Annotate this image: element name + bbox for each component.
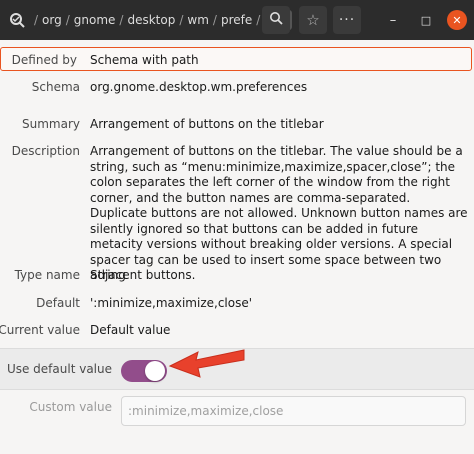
description-label: Description — [11, 144, 80, 158]
maximize-button[interactable]: □ — [416, 10, 436, 30]
breadcrumb-separator: / — [212, 13, 217, 27]
default-label: Default — [36, 296, 80, 310]
switch-knob — [145, 361, 165, 381]
default-row: Default ':minimize,maximize,close' — [0, 296, 474, 314]
breadcrumb-separator: / — [256, 13, 261, 27]
minimize-button[interactable]: – — [383, 10, 403, 30]
minimize-icon: – — [389, 12, 397, 28]
maximize-icon: □ — [420, 13, 432, 27]
close-button[interactable]: ✕ — [447, 10, 467, 30]
main-menu-button[interactable]: ··· — [333, 6, 361, 34]
use-default-label: Use default value — [6, 362, 112, 376]
title-bar: / org / gnome / desktop / wm / prefe / b… — [0, 0, 474, 40]
defined-by-label: Defined by — [11, 53, 77, 67]
search-button[interactable] — [262, 6, 290, 34]
search-icon — [269, 11, 283, 29]
breadcrumb-item-preferences[interactable]: prefe — [221, 13, 252, 27]
use-default-switch[interactable] — [121, 360, 167, 382]
bookmark-button[interactable]: ☆ — [299, 6, 327, 34]
breadcrumb-separator: / — [119, 13, 124, 27]
schema-row: Schema org.gnome.desktop.wm.preferences — [0, 80, 474, 98]
breadcrumb-item-gnome[interactable]: gnome — [74, 13, 116, 27]
current-value-value: Default value — [90, 323, 171, 337]
description-value: Arrangement of buttons on the titlebar. … — [90, 144, 468, 282]
description-row: Description Arrangement of buttons on th… — [0, 144, 474, 282]
defined-by-row: Defined by Schema with path — [0, 47, 472, 71]
default-value: ':minimize,maximize,close' — [90, 296, 253, 310]
summary-row: Summary Arrangement of buttons on the ti… — [0, 117, 474, 135]
breadcrumb-item-desktop[interactable]: desktop — [127, 13, 175, 27]
breadcrumb-separator: / — [65, 13, 70, 27]
summary-value: Arrangement of buttons on the titlebar — [90, 117, 324, 131]
schema-label: Schema — [31, 80, 80, 94]
custom-value-input[interactable] — [121, 396, 466, 426]
type-name-row: Type name String — [0, 268, 474, 286]
current-value-row: Current value Default value — [0, 323, 474, 341]
breadcrumb-separator: / — [179, 13, 184, 27]
star-icon: ☆ — [306, 11, 320, 29]
breadcrumb-item-wm[interactable]: wm — [187, 13, 209, 27]
current-value-label: Current value — [0, 323, 80, 337]
breadcrumb-item-org[interactable]: org — [42, 13, 62, 27]
type-name-value: String — [90, 268, 126, 282]
type-name-label: Type name — [14, 268, 80, 282]
breadcrumb-separator: / — [34, 13, 39, 27]
close-icon: ✕ — [452, 13, 462, 27]
schema-value: org.gnome.desktop.wm.preferences — [90, 80, 308, 94]
custom-value-label: Custom value — [29, 400, 112, 414]
summary-label: Summary — [22, 117, 80, 131]
defined-by-value: Schema with path — [90, 53, 199, 67]
dconf-editor-icon[interactable] — [6, 9, 28, 31]
menu-dots-icon: ··· — [338, 12, 356, 28]
annotation-arrow-icon — [168, 349, 245, 378]
